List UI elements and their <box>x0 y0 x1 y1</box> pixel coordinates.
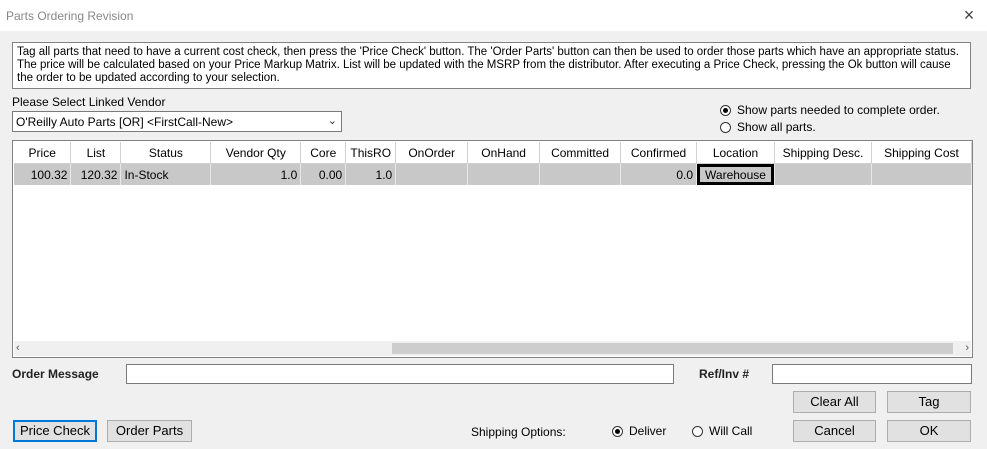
arrow-left-icon[interactable]: ‹ <box>16 341 20 356</box>
horizontal-scrollbar[interactable]: ‹ › <box>14 341 971 356</box>
radio-will-call[interactable]: Will Call <box>692 424 752 438</box>
arrow-right-icon[interactable]: › <box>965 341 969 356</box>
radio-will-call-label: Will Call <box>709 424 753 438</box>
cell-core[interactable]: 0.00 <box>300 163 347 185</box>
price-check-button[interactable]: Price Check <box>13 420 97 442</box>
radio-deliver[interactable]: Deliver <box>612 424 666 438</box>
col-status[interactable]: Status <box>120 142 212 164</box>
ok-label: OK <box>919 423 939 438</box>
radio-show-needed[interactable]: Show parts needed to complete order. <box>720 103 940 117</box>
order-message-input[interactable] <box>126 364 674 384</box>
cell-committed[interactable] <box>539 163 622 185</box>
ok-button[interactable]: OK <box>887 420 971 442</box>
clear-all-label: Clear All <box>810 394 859 409</box>
cell-price[interactable]: 100.32 <box>14 163 72 185</box>
tag-button[interactable]: Tag <box>887 391 971 413</box>
radio-show-all-indicator[interactable] <box>720 121 731 133</box>
radio-show-all-label: Show all parts. <box>737 120 816 134</box>
cell-shipping-desc[interactable] <box>774 163 872 185</box>
radio-show-needed-indicator[interactable] <box>720 104 731 116</box>
cell-onhand[interactable] <box>467 163 541 185</box>
scrollbar-thumb[interactable] <box>392 343 953 354</box>
instructions-text: Tag all parts that need to have a curren… <box>12 42 971 89</box>
grid-header-row: Price List Status Vendor Qty Core ThisRO… <box>14 142 972 164</box>
cell-shipping-cost[interactable] <box>871 163 972 185</box>
cancel-button[interactable]: Cancel <box>793 420 876 442</box>
table-row[interactable]: 100.32 120.32 In-Stock 1.0 0.00 1.0 0.0 … <box>14 163 972 185</box>
cell-list[interactable]: 120.32 <box>70 163 122 185</box>
col-confirmed[interactable]: Confirmed <box>620 142 698 164</box>
col-onorder[interactable]: OnOrder <box>395 142 469 164</box>
clear-all-button[interactable]: Clear All <box>793 391 876 413</box>
cell-confirmed[interactable]: 0.0 <box>620 163 698 185</box>
ref-inv-input[interactable] <box>772 364 972 384</box>
cell-location[interactable]: Warehouse <box>696 163 775 185</box>
tag-label: Tag <box>918 394 940 409</box>
col-committed[interactable]: Committed <box>539 142 622 164</box>
radio-show-all[interactable]: Show all parts. <box>720 120 816 134</box>
cell-onorder[interactable] <box>395 163 469 185</box>
shipping-options-label: Shipping Options: <box>471 425 566 439</box>
cell-vendor-qty[interactable]: 1.0 <box>210 163 302 185</box>
parts-grid[interactable]: Price List Status Vendor Qty Core ThisRO… <box>12 140 973 358</box>
order-parts-label: Order Parts <box>115 423 184 438</box>
chevron-down-icon[interactable]: ⌄ <box>328 112 337 131</box>
col-location[interactable]: Location <box>696 142 775 164</box>
ref-inv-label: Ref/Inv # <box>699 367 750 381</box>
cancel-label: Cancel <box>814 423 855 438</box>
cell-status[interactable]: In-Stock <box>120 163 212 185</box>
radio-deliver-indicator[interactable] <box>612 425 623 437</box>
parts-table: Price List Status Vendor Qty Core ThisRO… <box>14 142 972 185</box>
order-message-label: Order Message <box>12 367 99 381</box>
col-onhand[interactable]: OnHand <box>467 142 541 164</box>
col-core[interactable]: Core <box>300 142 347 164</box>
radio-will-call-indicator[interactable] <box>692 425 703 437</box>
col-shipping-cost[interactable]: Shipping Cost <box>871 142 972 164</box>
cell-thisro[interactable]: 1.0 <box>345 163 397 185</box>
window-title: Parts Ordering Revision <box>6 9 134 23</box>
col-price[interactable]: Price <box>14 142 72 164</box>
col-vendor-qty[interactable]: Vendor Qty <box>210 142 302 164</box>
price-check-label: Price Check <box>19 423 91 438</box>
col-list[interactable]: List <box>70 142 122 164</box>
radio-deliver-label: Deliver <box>629 424 667 438</box>
vendor-dropdown[interactable]: O'Reilly Auto Parts [OR] <FirstCall-New>… <box>12 111 342 132</box>
title-bar: Parts Ordering Revision × <box>0 0 987 31</box>
col-shipping-desc[interactable]: Shipping Desc. <box>774 142 872 164</box>
close-icon[interactable]: × <box>959 4 979 26</box>
order-parts-button[interactable]: Order Parts <box>107 420 192 442</box>
col-thisro[interactable]: ThisRO <box>345 142 397 164</box>
vendor-label: Please Select Linked Vendor <box>12 95 166 109</box>
radio-show-needed-label: Show parts needed to complete order. <box>737 103 940 117</box>
vendor-selected-value: O'Reilly Auto Parts [OR] <FirstCall-New> <box>16 115 234 129</box>
